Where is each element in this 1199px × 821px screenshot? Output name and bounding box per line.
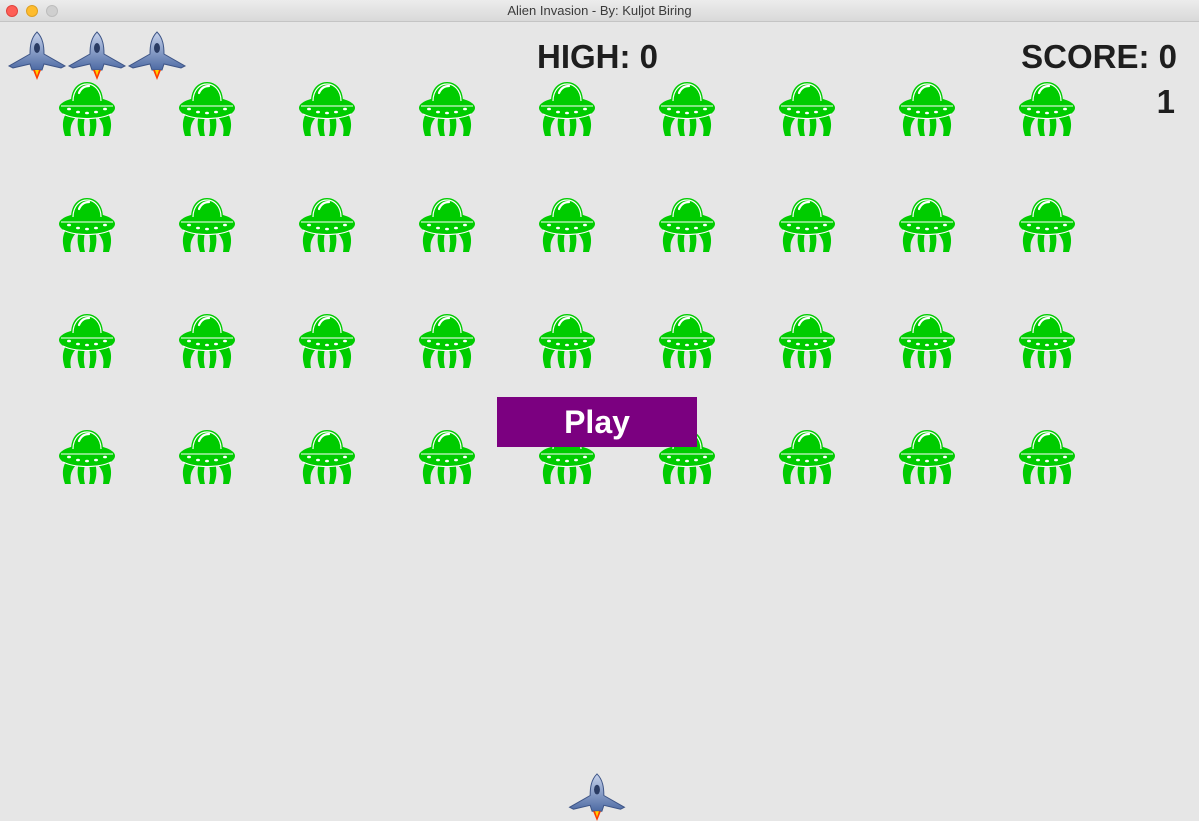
alien-icon: [57, 310, 117, 370]
alien-icon: [57, 194, 117, 254]
alien-icon: [57, 78, 117, 138]
alien-icon: [297, 78, 357, 138]
alien-icon: [657, 194, 717, 254]
alien-icon: [897, 426, 957, 486]
alien-icon: [417, 194, 477, 254]
game-area: HIGH: 0 SCORE: 0 1 Play: [0, 22, 1199, 821]
window-title: Alien Invasion - By: Kuljot Biring: [507, 3, 692, 18]
life-ship-icon: [67, 30, 127, 80]
alien-icon: [657, 78, 717, 138]
alien-icon: [1017, 426, 1077, 486]
alien-icon: [57, 426, 117, 486]
alien-icon: [537, 78, 597, 138]
level-indicator: 1: [1156, 83, 1175, 120]
alien-icon: [1017, 78, 1077, 138]
alien-icon: [297, 194, 357, 254]
alien-icon: [777, 194, 837, 254]
alien-icon: [897, 78, 957, 138]
alien-icon: [417, 310, 477, 370]
play-button[interactable]: Play: [497, 397, 697, 447]
alien-icon: [897, 194, 957, 254]
alien-icon: [657, 310, 717, 370]
alien-icon: [1017, 194, 1077, 254]
alien-icon: [177, 78, 237, 138]
alien-icon: [777, 78, 837, 138]
alien-icon: [177, 426, 237, 486]
alien-icon: [897, 310, 957, 370]
alien-icon: [537, 194, 597, 254]
high-score: HIGH: 0: [537, 38, 659, 75]
alien-icon: [777, 310, 837, 370]
life-ship-icon: [127, 30, 187, 80]
alien-icon: [417, 78, 477, 138]
alien-icon: [297, 310, 357, 370]
current-score: SCORE: 0: [1021, 38, 1177, 75]
window-titlebar: Alien Invasion - By: Kuljot Biring: [0, 0, 1199, 22]
alien-icon: [537, 310, 597, 370]
alien-icon: [417, 426, 477, 486]
life-ship-icon: [7, 30, 67, 80]
alien-icon: [297, 426, 357, 486]
alien-icon: [1017, 310, 1077, 370]
alien-icon: [177, 310, 237, 370]
alien-icon: [777, 426, 837, 486]
alien-icon: [177, 194, 237, 254]
player-ship-icon: [568, 773, 626, 821]
